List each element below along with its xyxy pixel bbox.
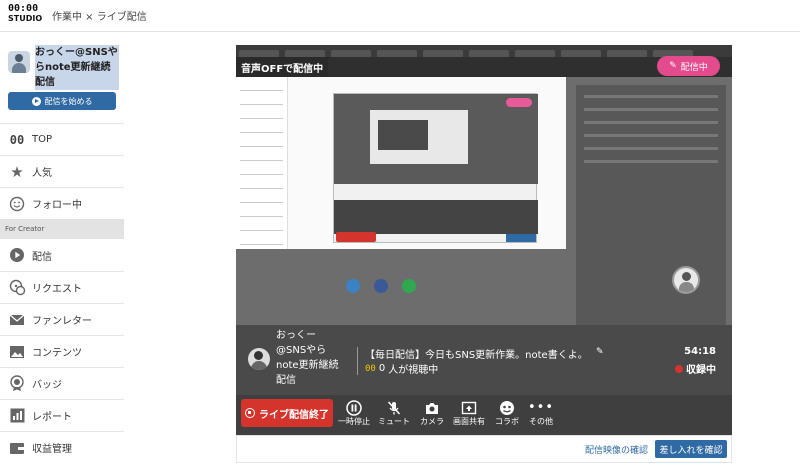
mic-off-icon bbox=[375, 399, 413, 417]
mute-button[interactable]: ミュート bbox=[375, 399, 413, 433]
mute-label: ミュート bbox=[378, 417, 410, 426]
sidebar-item-revenue[interactable]: 収益管理 bbox=[0, 431, 124, 463]
preview-browser-tabs bbox=[236, 45, 732, 58]
shared-screen-preview[interactable] bbox=[236, 45, 732, 325]
streamer-name: おっくー@SNSやらnote更新継続配信 bbox=[276, 330, 339, 386]
more-icon: ••• bbox=[527, 400, 554, 415]
collab-button[interactable]: コラボ bbox=[488, 399, 526, 433]
avatar[interactable] bbox=[8, 51, 30, 73]
logo-00-icon: 00 bbox=[9, 132, 25, 147]
check-gift-button[interactable]: 差し入れを確認 bbox=[655, 440, 727, 458]
end-live-button[interactable]: ライブ配信終了 bbox=[241, 399, 333, 427]
elapsed-time: 54:18 bbox=[684, 346, 716, 357]
screen-share-label: 画面共有 bbox=[453, 417, 485, 426]
pause-icon bbox=[335, 399, 373, 417]
wallet-icon bbox=[8, 439, 26, 457]
recording-label: 収録中 bbox=[686, 365, 716, 376]
sidebar-nav: 00 TOP ★ 人気 フォロー中 For Creator 配信 リクエスト フ… bbox=[0, 123, 124, 463]
sidebar-item-label: フォロー中 bbox=[32, 200, 82, 211]
start-stream-label: 配信を始める bbox=[44, 96, 93, 106]
sidebar-item-label: コンテンツ bbox=[32, 348, 82, 359]
edit-title-icon[interactable]: ✎ bbox=[596, 347, 604, 357]
image-icon bbox=[8, 343, 26, 361]
page-title: 作業中 × ライブ配信 bbox=[52, 12, 147, 23]
section-header-for-creator: For Creator bbox=[0, 219, 124, 239]
viewer-count: 00 0 人が視聴中 bbox=[365, 361, 438, 376]
star-icon: ★ bbox=[10, 162, 24, 181]
sidebar-item-contents[interactable]: コンテンツ bbox=[0, 335, 124, 367]
end-live-label: ライブ配信終了 bbox=[259, 409, 329, 421]
preview-chat-panel bbox=[576, 85, 726, 325]
sidebar-item-label: 収益管理 bbox=[32, 444, 72, 455]
pause-label: 一時停止 bbox=[338, 417, 370, 426]
sidebar-item-label: レポート bbox=[32, 412, 72, 423]
sidebar-item-stream[interactable]: 配信 bbox=[0, 239, 124, 271]
stream-info-bar: おっくー@SNSやらnote更新継続配信 【毎日配信】今日もSNS更新作業。no… bbox=[236, 325, 732, 395]
profile-name: おっくー@SNSやらnote更新継続配信 bbox=[35, 45, 119, 90]
screen-share-icon bbox=[450, 399, 488, 417]
sidebar-item-badge[interactable]: バッジ bbox=[0, 367, 124, 399]
stream-title: 【毎日配信】今日もSNS更新作業。note書くよ。 bbox=[365, 350, 588, 361]
play-circle-icon bbox=[31, 96, 41, 106]
preview-share-section bbox=[336, 265, 516, 315]
logo-line1: 00:00 bbox=[8, 2, 39, 14]
more-button[interactable]: ••• その他 bbox=[522, 399, 560, 433]
smile-icon bbox=[8, 195, 26, 213]
record-dot-icon bbox=[675, 364, 683, 373]
request-icon bbox=[8, 279, 26, 297]
stream-control-bar: ライブ配信終了 一時停止 ミュート カメラ 画面共有 コラボ ••• その他 bbox=[236, 395, 732, 435]
collab-label: コラボ bbox=[495, 417, 519, 426]
live-status-badge: ✎ 配信中 bbox=[657, 56, 720, 76]
studio-logo[interactable]: 00:00 STUDIO bbox=[8, 2, 43, 28]
pause-button[interactable]: 一時停止 bbox=[335, 399, 373, 433]
streamer-avatar[interactable] bbox=[248, 348, 270, 370]
camera-button[interactable]: カメラ bbox=[413, 399, 451, 433]
mail-icon bbox=[8, 311, 26, 329]
sidebar: おっくー@SNSやらnote更新継続配信 配信を始める 00 TOP ★ 人気 … bbox=[0, 33, 124, 468]
stream-stage: 音声OFFで配信中 ✎ 配信中 おっくー@SNSやらnote更新継続配信 【毎日… bbox=[236, 45, 732, 463]
start-stream-button[interactable]: 配信を始める bbox=[8, 92, 116, 110]
live-status-label: 配信中 bbox=[680, 62, 708, 73]
recording-indicator: 収録中 bbox=[675, 361, 716, 376]
check-video-link[interactable]: 配信映像の確認 bbox=[585, 443, 648, 456]
top-bar: 00:00 STUDIO 作業中 × ライブ配信 bbox=[0, 0, 800, 32]
sidebar-item-popular[interactable]: ★ 人気 bbox=[0, 155, 124, 187]
viewer-count-label: 人が視聴中 bbox=[388, 365, 439, 376]
play-icon bbox=[8, 246, 26, 264]
sidebar-item-top[interactable]: 00 TOP bbox=[0, 123, 124, 155]
more-label: その他 bbox=[529, 417, 553, 426]
screen-share-button[interactable]: 画面共有 bbox=[450, 399, 488, 433]
info-divider bbox=[357, 347, 358, 375]
camera-label: カメラ bbox=[420, 417, 444, 426]
sidebar-item-label: バッジ bbox=[32, 380, 62, 391]
viewer-count-value: 0 bbox=[378, 363, 386, 374]
sidebar-item-following[interactable]: フォロー中 bbox=[0, 187, 124, 219]
badge-icon bbox=[8, 375, 26, 393]
camera-pip[interactable] bbox=[672, 266, 700, 294]
audio-off-overlay: 音声OFFで配信中 bbox=[236, 57, 329, 77]
sidebar-item-label: 配信 bbox=[32, 251, 52, 263]
preview-nested-page bbox=[236, 77, 566, 249]
logo-line2: STUDIO bbox=[8, 13, 43, 23]
sidebar-item-label: ファンレター bbox=[32, 316, 92, 327]
sidebar-item-request[interactable]: リクエスト bbox=[0, 271, 124, 303]
viewer-glasses-icon: 00 bbox=[365, 363, 376, 374]
stream-footer: 配信映像の確認 差し入れを確認 bbox=[236, 435, 732, 463]
report-icon bbox=[8, 407, 26, 425]
stop-record-icon bbox=[245, 408, 255, 418]
camera-icon bbox=[413, 399, 451, 417]
collab-icon bbox=[488, 399, 526, 417]
sidebar-item-label: TOP bbox=[32, 134, 53, 145]
pencil-icon: ✎ bbox=[669, 61, 677, 71]
sidebar-item-label: 人気 bbox=[32, 168, 52, 179]
sidebar-item-label: リクエスト bbox=[32, 284, 82, 295]
sidebar-item-fanletter[interactable]: ファンレター bbox=[0, 303, 124, 335]
sidebar-item-report[interactable]: レポート bbox=[0, 399, 124, 431]
